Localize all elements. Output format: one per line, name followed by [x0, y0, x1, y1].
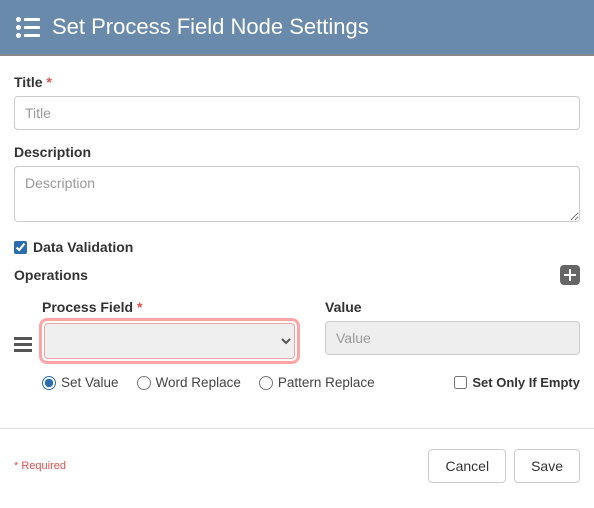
required-note: * Required [14, 460, 66, 472]
dialog-header: Set Process Field Node Settings [0, 0, 594, 56]
required-marker: * [137, 299, 142, 315]
drag-handle-icon[interactable] [14, 337, 32, 352]
process-field-label: Process Field * [42, 299, 297, 315]
list-icon [16, 17, 40, 38]
add-operation-button[interactable] [560, 265, 580, 285]
radio-word-replace[interactable]: Word Replace [137, 375, 241, 390]
save-button[interactable]: Save [514, 449, 580, 483]
plus-icon [564, 269, 576, 281]
value-input[interactable] [325, 321, 580, 355]
set-only-if-empty[interactable]: Set Only If Empty [454, 375, 580, 390]
title-label: Title * [14, 74, 580, 90]
title-input[interactable] [14, 96, 580, 130]
data-validation-label: Data Validation [33, 239, 133, 255]
cancel-button[interactable]: Cancel [428, 449, 506, 483]
radio-pattern-replace[interactable]: Pattern Replace [259, 375, 375, 390]
value-label: Value [325, 299, 580, 315]
operations-heading: Operations [14, 267, 88, 283]
radio-set-value[interactable]: Set Value [42, 375, 119, 390]
description-textarea[interactable] [14, 166, 580, 222]
dialog-title: Set Process Field Node Settings [52, 14, 369, 40]
required-marker: * [46, 74, 51, 90]
process-field-select[interactable] [44, 323, 295, 359]
process-field-select-highlight [42, 321, 297, 361]
operation-row: Process Field * Value [14, 299, 580, 361]
data-validation-checkbox[interactable] [14, 241, 27, 254]
description-label: Description [14, 144, 580, 160]
